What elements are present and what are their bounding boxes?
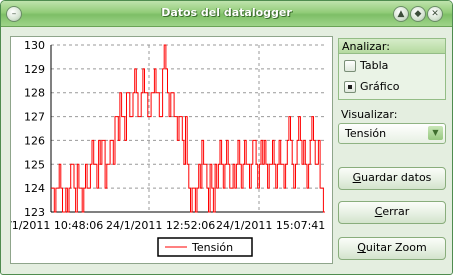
y-tick-label: 125 [24,158,45,171]
maximize-icon[interactable]: ◆ [410,6,426,22]
chart-area[interactable]: 123 124 125 126 127 128 129 130 /1/2011 10:48:0… [8,36,333,264]
visualize-selected-value: Tensión [345,127,387,140]
visualize-label: Visualizar: [341,108,398,121]
close-icon[interactable]: ✕ [427,6,443,22]
radio-table-box[interactable] [344,60,356,72]
datalogger-window: – Datos del datalogger ▲ ◆ ✕ 123 124 125 12… [0,0,453,275]
radio-chart-box[interactable] [344,81,356,93]
y-tick-label: 127 [24,111,45,124]
y-axis-ticks: 123 124 125 126 127 128 129 130 [24,39,45,219]
chevron-down-icon[interactable]: ▼ [428,126,443,140]
x-tick-label: 24/1/2011 15:07:41 [216,219,325,232]
voltage-chart[interactable]: 123 124 125 126 127 128 129 130 /1/2011 10:48:0… [8,37,332,263]
x-tick-label: /1/2011 10:48:06 [11,219,103,232]
reset-zoom-button[interactable]: Quitar Zoom [338,237,446,260]
legend-label: Tensión [191,241,233,254]
analyze-group-header: Analizar: [339,39,445,54]
y-tick-label: 126 [24,134,45,147]
title-bar[interactable]: – Datos del datalogger ▲ ◆ ✕ [1,1,452,27]
y-tick-label: 123 [24,206,45,219]
close-button[interactable]: Cerrar [338,201,446,224]
radio-chart-label: Gráfico [360,80,400,93]
save-data-button[interactable]: Guardar datos [338,167,446,190]
legend: Tensión [157,237,253,257]
analyze-title: Analizar: [342,40,390,53]
y-tick-label: 124 [24,182,45,195]
y-tick-label: 129 [24,63,45,76]
analyze-group: Analizar: Tabla Gráfico [338,38,446,100]
x-axis-ticks: /1/2011 10:48:06 24/1/2011 12:52:06 24/1/2… [8,219,325,232]
visualize-select[interactable]: Tensión ▼ [338,123,446,144]
x-tick-label: 24/1/2011 12:52:06 [106,219,215,232]
series-line-tension [51,44,325,213]
y-tick-label: 128 [24,87,45,100]
radio-selected-dot [348,85,352,89]
window-title: Datos del datalogger [161,6,292,19]
radio-table-label: Tabla [360,59,389,72]
y-tick-label: 130 [24,39,45,52]
minimize-icon[interactable]: ▲ [393,6,409,22]
